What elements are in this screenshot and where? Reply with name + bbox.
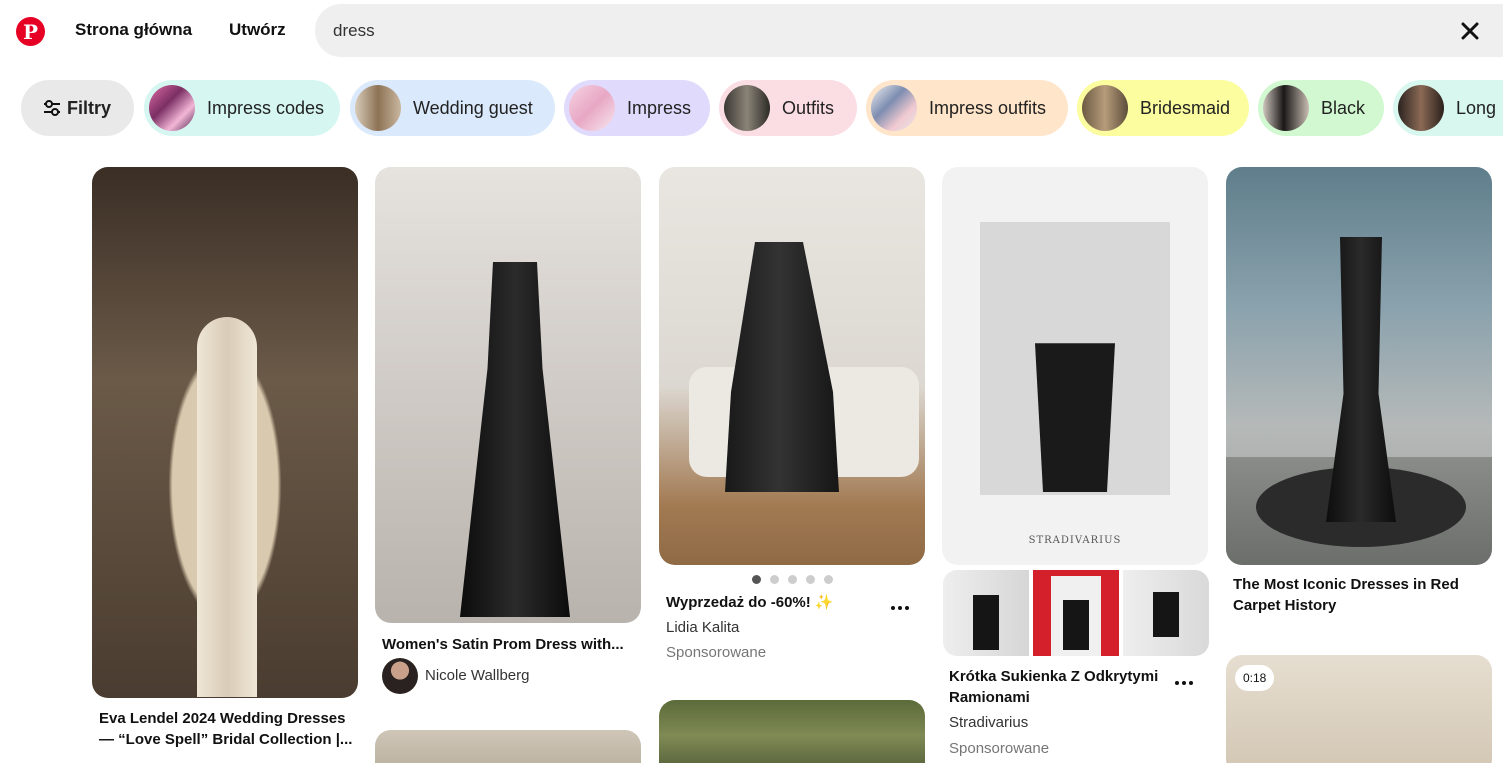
pin-image-wedding-dress[interactable] — [92, 167, 358, 698]
pin-title[interactable]: Women's Satin Prom Dress with... — [382, 634, 637, 655]
search-input[interactable] — [333, 18, 1413, 44]
chip-label: Bridesmaid — [1140, 97, 1231, 118]
more-options-icon[interactable] — [1172, 671, 1196, 695]
dress-shape — [973, 595, 999, 650]
filter-chips-row: Filtry Impress codes Wedding guest Impre… — [0, 80, 1503, 137]
chip-thumbnail — [724, 85, 770, 131]
pinterest-logo-icon[interactable]: P — [16, 17, 45, 46]
video-duration-badge: 0:18 — [1235, 665, 1275, 691]
dress-shape — [1326, 237, 1396, 522]
more-options-icon[interactable] — [888, 596, 912, 620]
dress-shape — [1063, 600, 1089, 650]
chip-thumbnail — [1263, 85, 1309, 131]
chip-impress[interactable]: Impress — [564, 80, 710, 136]
chip-label: Impress codes — [207, 97, 325, 118]
chip-black[interactable]: Black — [1258, 80, 1384, 136]
sponsored-label: Sponsorowane — [666, 644, 767, 661]
dress-shape — [725, 242, 839, 492]
pin-title[interactable]: Krótka Sukienka Z Odkrytymi Ramionami — [949, 666, 1174, 708]
pin-image-black-chiffon-dress[interactable] — [659, 167, 925, 565]
filters-label: Filtry — [67, 97, 112, 118]
product-photo — [980, 222, 1170, 495]
pin-title[interactable]: Wyprzedaż do -60%! ✨ — [666, 592, 834, 613]
dress-shape — [197, 317, 257, 697]
product-thumb-1[interactable] — [943, 570, 1029, 656]
avatar[interactable] — [382, 658, 418, 694]
chip-label: Outfits — [782, 97, 835, 118]
chip-label: Black — [1321, 97, 1366, 118]
search-bar — [315, 4, 1503, 57]
chip-wedding-guest[interactable]: Wedding guest — [350, 80, 555, 136]
chip-long[interactable]: Long — [1393, 80, 1503, 136]
dress-shape — [1035, 343, 1115, 492]
chip-label: Long — [1456, 97, 1497, 118]
nav-create-link[interactable]: Utwórz — [229, 20, 286, 40]
chip-thumbnail — [149, 85, 195, 131]
brand-mark: STRADIVARIUS — [1028, 535, 1122, 546]
product-thumb-2[interactable] — [1033, 570, 1119, 656]
dress-shape — [1153, 592, 1179, 637]
nav-home-link[interactable]: Strona główna — [75, 20, 192, 40]
chip-outfits[interactable]: Outfits — [719, 80, 857, 136]
chip-thumbnail — [1082, 85, 1128, 131]
pin-image-black-satin-dress[interactable] — [375, 167, 641, 623]
chip-thumbnail — [569, 85, 615, 131]
chip-label: Impress outfits — [929, 97, 1047, 118]
pin-author[interactable]: Nicole Wallberg — [425, 667, 529, 684]
pin-author[interactable]: Lidia Kalita — [666, 619, 739, 636]
pin-image-stradivarius-ad[interactable]: STRADIVARIUS — [942, 167, 1208, 565]
chip-thumbnail — [1398, 85, 1444, 131]
pin-image-red-carpet[interactable] — [1226, 167, 1492, 565]
sliders-icon — [44, 100, 60, 116]
chip-impress-codes[interactable]: Impress codes — [144, 80, 340, 136]
pin-image-next[interactable] — [375, 730, 641, 763]
chip-thumbnail — [871, 85, 917, 131]
top-header: P Strona główna Utwórz — [0, 0, 1503, 64]
pin-image-next[interactable] — [659, 700, 925, 763]
carousel-indicator — [752, 575, 833, 584]
chip-thumbnail — [355, 85, 401, 131]
clear-search-icon[interactable] — [1457, 18, 1483, 44]
chip-label: Impress — [627, 97, 692, 118]
dress-shape — [460, 262, 570, 617]
pin-title[interactable]: The Most Iconic Dresses in Red Carpet Hi… — [1233, 574, 1488, 616]
filters-button[interactable]: Filtry — [21, 80, 134, 136]
product-thumb-3[interactable] — [1123, 570, 1209, 656]
pin-title[interactable]: Eva Lendel 2024 Wedding Dresses — “Love … — [99, 708, 359, 750]
pin-author[interactable]: Stradivarius — [949, 714, 1028, 731]
sponsored-label: Sponsorowane — [949, 740, 1050, 757]
chip-bridesmaid[interactable]: Bridesmaid — [1077, 80, 1249, 136]
chip-label: Wedding guest — [413, 97, 533, 118]
pin-video[interactable]: 0:18 — [1226, 655, 1492, 763]
chip-impress-outfits[interactable]: Impress outfits — [866, 80, 1068, 136]
